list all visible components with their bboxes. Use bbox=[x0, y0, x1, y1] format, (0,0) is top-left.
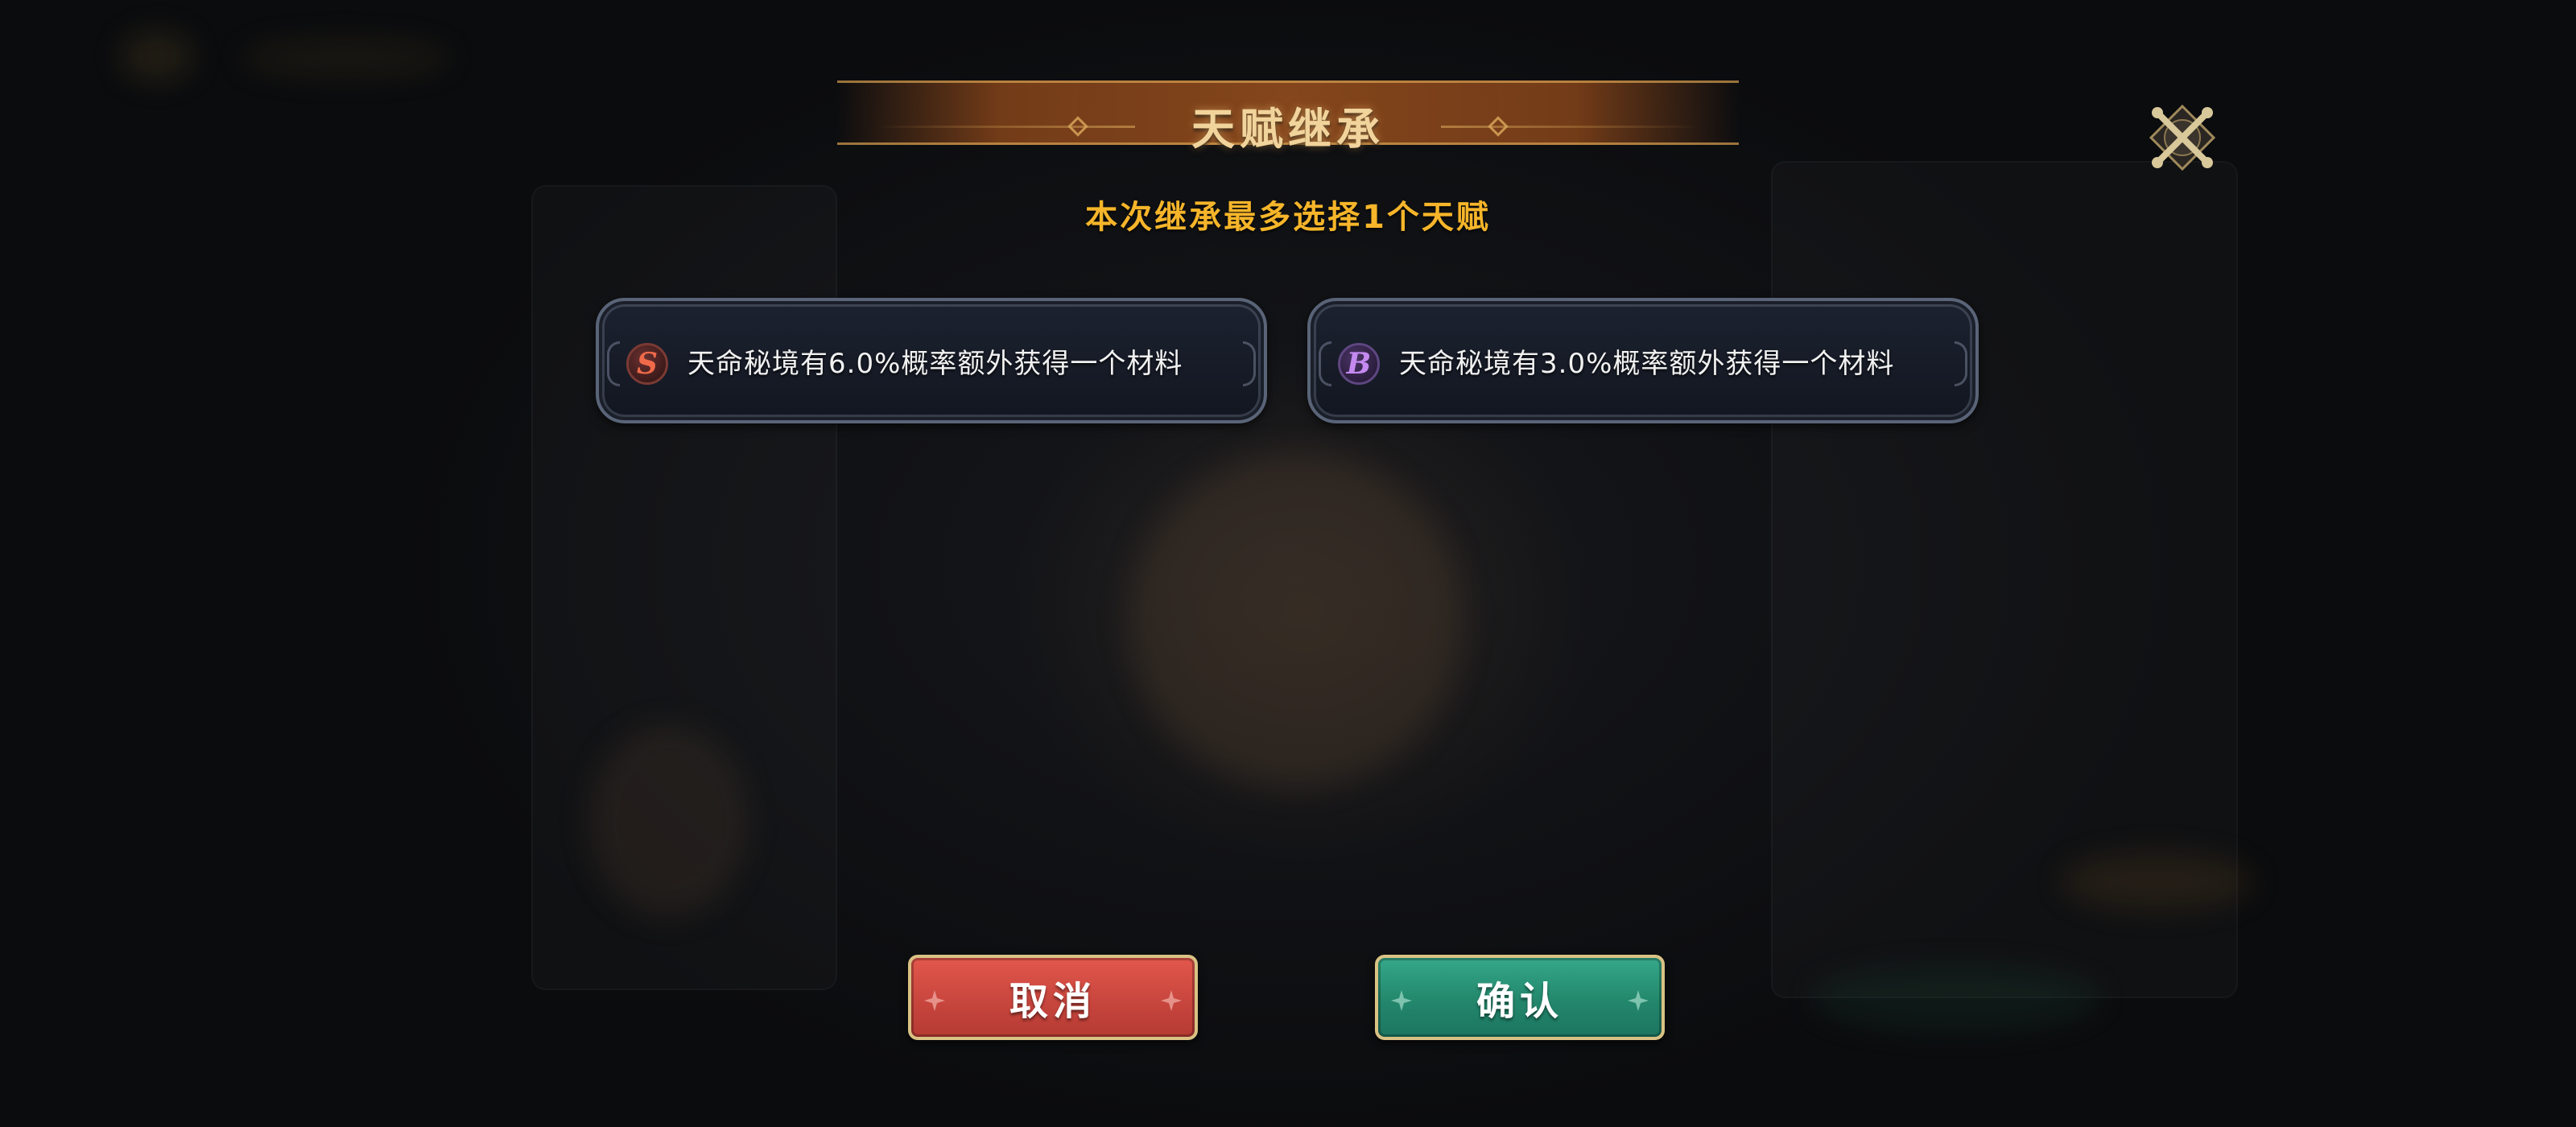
game-screen: 天赋继承 本次继承最多选择1个天赋 S 天命秘境有6.0%概率额外获得一个材料 … bbox=[0, 0, 2576, 1127]
talent-description: 天命秘境有3.0%概率额外获得一个材料 bbox=[1399, 348, 1895, 380]
background-top-icon bbox=[121, 32, 193, 80]
background-character-glow bbox=[1127, 451, 1465, 789]
talent-option-s[interactable]: S 天命秘境有6.0%概率额外获得一个材料 bbox=[596, 298, 1267, 423]
talent-description: 天命秘境有6.0%概率额外获得一个材料 bbox=[687, 348, 1183, 380]
sparkle-icon bbox=[924, 990, 945, 1011]
background-portrait bbox=[588, 724, 749, 918]
card-edge-ornament-left bbox=[607, 341, 620, 386]
sparkle-icon bbox=[1161, 990, 1182, 1011]
card-edge-ornament-right bbox=[1955, 341, 1967, 386]
confirm-button[interactable]: 确认 bbox=[1375, 955, 1665, 1040]
rank-b-badge-icon: B bbox=[1338, 343, 1380, 385]
background-top-label bbox=[242, 40, 451, 76]
close-button[interactable] bbox=[2146, 101, 2219, 174]
dialog-title: 天赋继承 bbox=[1191, 103, 1385, 155]
background-gold-button bbox=[2061, 853, 2254, 910]
cancel-button-label: 取消 bbox=[1009, 979, 1096, 1024]
talent-option-b[interactable]: B 天命秘境有3.0%概率额外获得一个材料 bbox=[1307, 298, 1979, 423]
selection-hint: 本次继承最多选择1个天赋 bbox=[1085, 199, 1491, 236]
rank-s-badge-icon: S bbox=[626, 343, 668, 385]
sparkle-icon bbox=[1391, 990, 1412, 1011]
card-edge-ornament-right bbox=[1243, 341, 1256, 386]
background-green-button bbox=[1811, 966, 2101, 1030]
card-edge-ornament-left bbox=[1319, 341, 1331, 386]
confirm-button-label: 确认 bbox=[1476, 979, 1563, 1024]
cancel-button[interactable]: 取消 bbox=[908, 955, 1198, 1040]
sparkle-icon bbox=[1628, 990, 1649, 1011]
close-x-icon bbox=[2149, 104, 2216, 171]
